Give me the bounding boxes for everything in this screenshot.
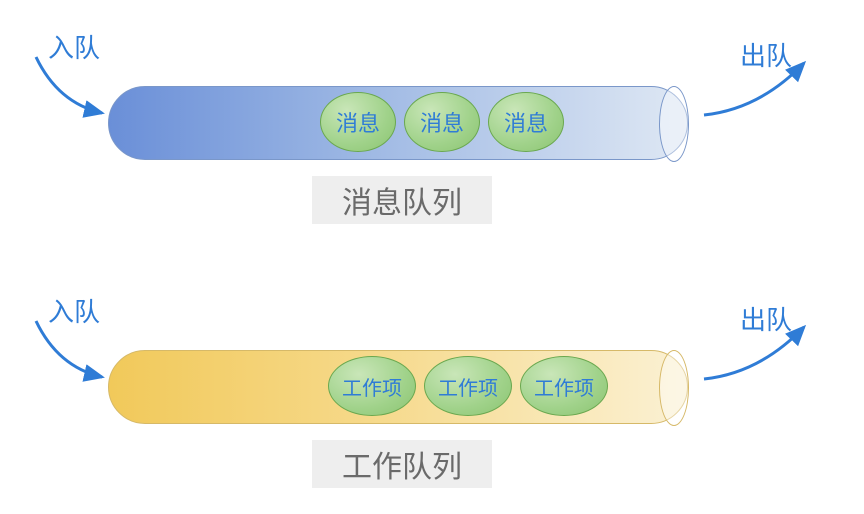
message-item: 消息 (320, 92, 396, 152)
work-queue-items: 工作项 工作项 工作项 (328, 356, 608, 416)
enqueue-arrow-icon (30, 315, 120, 405)
enqueue-arrow-icon (30, 51, 120, 141)
work-item: 工作项 (424, 356, 512, 416)
message-item: 消息 (404, 92, 480, 152)
work-item: 工作项 (328, 356, 416, 416)
work-queue-caption: 工作队列 (312, 440, 492, 488)
message-item: 消息 (488, 92, 564, 152)
message-queue-caption: 消息队列 (312, 176, 492, 224)
message-queue-items: 消息 消息 消息 (320, 92, 564, 152)
dequeue-arrow-icon (700, 51, 820, 141)
dequeue-arrow-icon (700, 315, 820, 405)
work-item: 工作项 (520, 356, 608, 416)
